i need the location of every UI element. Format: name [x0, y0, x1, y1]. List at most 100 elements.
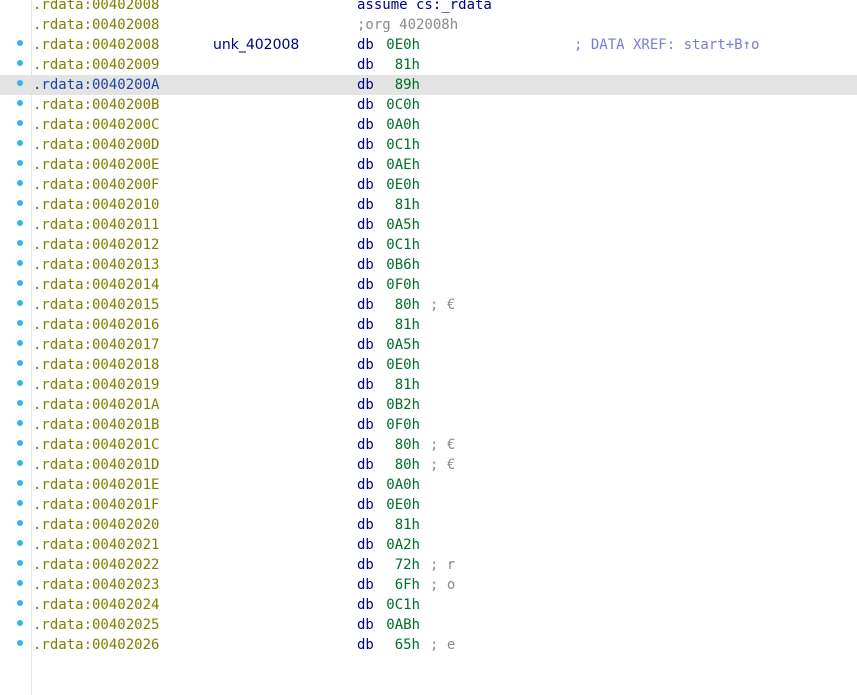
mnemonic[interactable]: db [357, 295, 374, 315]
mnemonic[interactable]: db [357, 175, 374, 195]
listing-line[interactable]: .rdata:00402012 db 0C1h [0, 235, 857, 255]
operand[interactable]: 0A0h [384, 115, 420, 135]
address[interactable]: .rdata:00402016 [33, 315, 159, 335]
listing-line[interactable]: .rdata:0040201C db 80h ; € [0, 435, 857, 455]
address[interactable]: .rdata:00402008 [33, 35, 159, 55]
address[interactable]: .rdata:00402012 [33, 235, 159, 255]
address[interactable]: .rdata:00402009 [33, 55, 159, 75]
mnemonic[interactable]: db [357, 595, 374, 615]
listing-line[interactable]: .rdata:00402021 db 0A2h [0, 535, 857, 555]
address[interactable]: .rdata:00402015 [33, 295, 159, 315]
mnemonic[interactable]: db [357, 515, 374, 535]
mnemonic[interactable]: db [357, 555, 374, 575]
address[interactable]: .rdata:00402020 [33, 515, 159, 535]
listing-line[interactable]: .rdata:00402017 db 0A5h [0, 335, 857, 355]
listing-line[interactable]: .rdata:00402009 db 81h [0, 55, 857, 75]
mnemonic[interactable]: db [357, 435, 374, 455]
listing-line[interactable]: .rdata:00402022 db 72h ; r [0, 555, 857, 575]
operand[interactable]: 65h [384, 635, 420, 655]
mnemonic[interactable]: db [357, 535, 374, 555]
operand[interactable]: 0B6h [384, 255, 420, 275]
address[interactable]: .rdata:00402014 [33, 275, 159, 295]
address[interactable]: .rdata:00402019 [33, 375, 159, 395]
operand[interactable]: 0E0h [384, 355, 420, 375]
operand[interactable]: 80h [384, 455, 420, 475]
mnemonic[interactable]: db [357, 355, 374, 375]
listing-line[interactable]: .rdata:0040200A db 89h [0, 75, 857, 95]
mnemonic[interactable]: db [357, 615, 374, 635]
operand[interactable]: 81h [384, 375, 420, 395]
operand[interactable]: 89h [384, 75, 420, 95]
listing-line[interactable]: .rdata:0040200E db 0AEh [0, 155, 857, 175]
listing-line[interactable]: .rdata:00402014 db 0F0h [0, 275, 857, 295]
mnemonic[interactable]: db [357, 135, 374, 155]
listing-line[interactable]: .rdata:00402011 db 0A5h [0, 215, 857, 235]
operand[interactable]: 81h [384, 515, 420, 535]
mnemonic[interactable]: db [357, 375, 374, 395]
listing-line[interactable]: .rdata:00402023 db 6Fh ; o [0, 575, 857, 595]
operand[interactable]: 0A2h [384, 535, 420, 555]
address[interactable]: .rdata:00402026 [33, 635, 159, 655]
operand[interactable]: 72h [384, 555, 420, 575]
listing-line[interactable]: .rdata:00402020 db 81h [0, 515, 857, 535]
mnemonic[interactable]: db [357, 75, 374, 95]
operand[interactable]: 6Fh [384, 575, 420, 595]
address[interactable]: .rdata:00402008 [33, 0, 159, 15]
mnemonic[interactable]: db [357, 215, 374, 235]
address[interactable]: .rdata:00402025 [33, 615, 159, 635]
address[interactable]: .rdata:00402013 [33, 255, 159, 275]
listing-line[interactable]: .rdata:00402015 db 80h ; € [0, 295, 857, 315]
operand[interactable]: 0F0h [384, 415, 420, 435]
address[interactable]: .rdata:00402021 [33, 535, 159, 555]
mnemonic[interactable]: db [357, 475, 374, 495]
listing-line[interactable]: .rdata:0040200F db 0E0h [0, 175, 857, 195]
operand[interactable]: 0C1h [384, 595, 420, 615]
address[interactable]: .rdata:00402017 [33, 335, 159, 355]
mnemonic[interactable]: db [357, 55, 374, 75]
listing-line[interactable]: .rdata:00402024 db 0C1h [0, 595, 857, 615]
operand[interactable]: 0C1h [384, 235, 420, 255]
operand[interactable]: 80h [384, 295, 420, 315]
operand[interactable]: 81h [384, 55, 420, 75]
mnemonic[interactable]: db [357, 95, 374, 115]
listing-line-label[interactable]: .rdata:00402008 unk_402008 db 0E0h ; DAT… [0, 35, 857, 55]
listing-line[interactable]: .rdata:0040201E db 0A0h [0, 475, 857, 495]
mnemonic[interactable]: db [357, 575, 374, 595]
address[interactable]: .rdata:0040200B [33, 95, 159, 115]
operand[interactable]: 81h [384, 195, 420, 215]
listing-line[interactable]: .rdata:00402013 db 0B6h [0, 255, 857, 275]
operand[interactable]: 0AEh [384, 155, 420, 175]
address[interactable]: .rdata:0040200C [33, 115, 159, 135]
operand[interactable]: 0ABh [384, 615, 420, 635]
listing-line-org[interactable]: .rdata:00402008 ;org 402008h [0, 15, 857, 35]
address[interactable]: .rdata:00402022 [33, 555, 159, 575]
listing-line[interactable]: .rdata:0040200D db 0C1h [0, 135, 857, 155]
operand[interactable]: 0A0h [384, 475, 420, 495]
listing-line-assume[interactable]: .rdata:00402008 assume cs:_rdata [0, 0, 857, 15]
mnemonic[interactable]: db [357, 395, 374, 415]
operand[interactable]: 0E0h [384, 495, 420, 515]
address[interactable]: .rdata:00402018 [33, 355, 159, 375]
address[interactable]: .rdata:00402010 [33, 195, 159, 215]
address[interactable]: .rdata:00402024 [33, 595, 159, 615]
mnemonic[interactable]: db [357, 35, 374, 55]
assume-directive[interactable]: assume cs:_rdata [357, 0, 492, 15]
address[interactable]: .rdata:0040201F [33, 495, 159, 515]
listing-line[interactable]: .rdata:0040200B db 0C0h [0, 95, 857, 115]
mnemonic[interactable]: db [357, 415, 374, 435]
listing-line[interactable]: .rdata:0040201B db 0F0h [0, 415, 857, 435]
operand[interactable]: 0A5h [384, 335, 420, 355]
mnemonic[interactable]: db [357, 335, 374, 355]
address[interactable]: .rdata:0040201B [33, 415, 159, 435]
operand[interactable]: 0E0h [384, 35, 420, 55]
listing-line[interactable]: .rdata:00402010 db 81h [0, 195, 857, 215]
address[interactable]: .rdata:0040200D [33, 135, 159, 155]
listing-line[interactable]: .rdata:00402026 db 65h ; e [0, 635, 857, 655]
listing-line[interactable]: .rdata:0040201A db 0B2h [0, 395, 857, 415]
mnemonic[interactable]: db [357, 195, 374, 215]
address[interactable]: .rdata:0040201E [33, 475, 159, 495]
operand[interactable]: 0A5h [384, 215, 420, 235]
data-label[interactable]: unk_402008 [213, 35, 299, 55]
mnemonic[interactable]: db [357, 115, 374, 135]
operand[interactable]: 80h [384, 435, 420, 455]
